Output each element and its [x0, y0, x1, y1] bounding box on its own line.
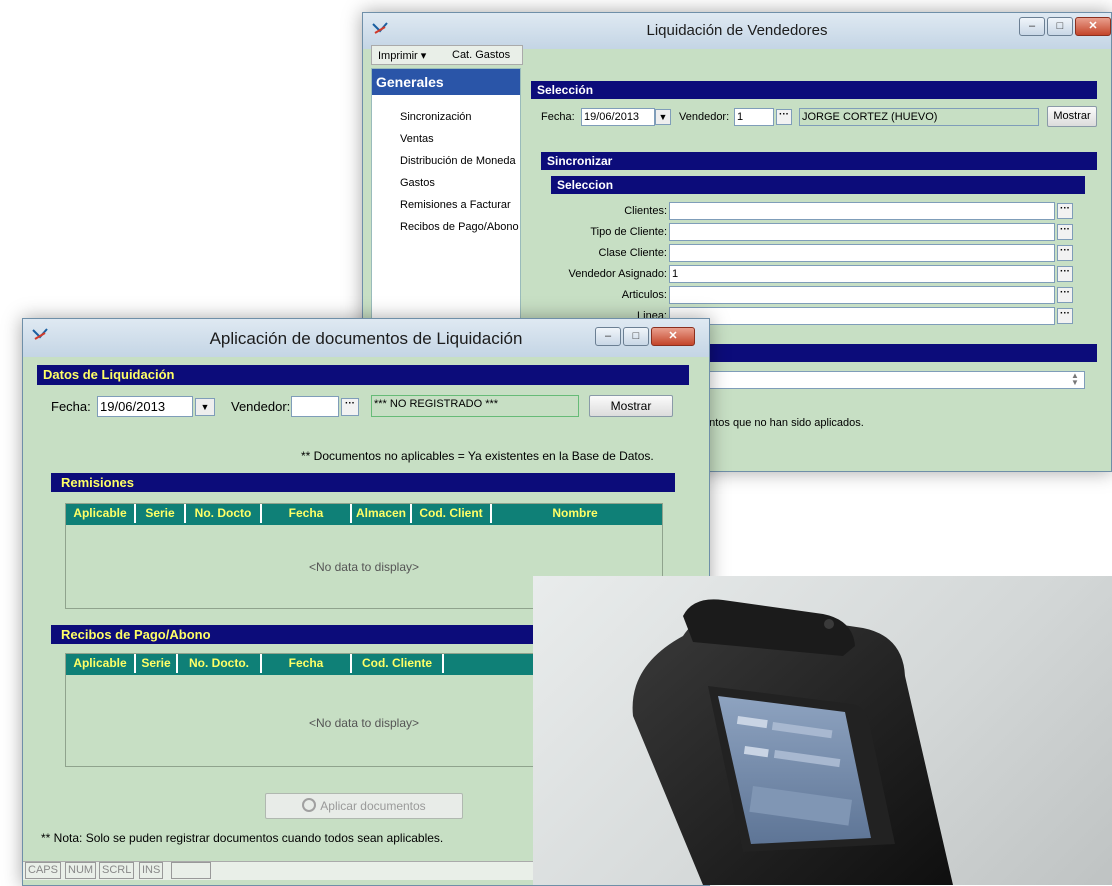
- col-aplicable[interactable]: Aplicable: [66, 504, 136, 523]
- fecha-dropdown-icon[interactable]: ▼: [655, 109, 671, 125]
- col-no-docto[interactable]: No. Docto: [186, 504, 262, 523]
- col-no-docto[interactable]: No. Docto.: [178, 654, 262, 673]
- articulos-label: Articulos:: [621, 289, 667, 301]
- vendedor-input[interactable]: [291, 396, 339, 417]
- tipo-cliente-lookup-button[interactable]: ···: [1057, 224, 1073, 240]
- fecha-label: Fecha:: [51, 399, 91, 414]
- sincronizar-header: Sincronizar: [541, 152, 1097, 170]
- maximize-button[interactable]: □: [623, 327, 649, 346]
- fecha-input[interactable]: 19/06/2013: [97, 396, 193, 417]
- datos-header: Datos de Liquidación: [37, 365, 689, 385]
- clientes-lookup-button[interactable]: ···: [1057, 203, 1073, 219]
- vendedor-status: *** NO REGISTRADO ***: [371, 395, 579, 417]
- status-num: NUM: [65, 862, 97, 879]
- aplicar-documentos-button[interactable]: Aplicar documentos: [265, 793, 463, 819]
- vendedor-lookup-button[interactable]: ···: [341, 398, 359, 416]
- col-fecha[interactable]: Fecha: [262, 654, 352, 673]
- vendedor-input[interactable]: 1: [734, 108, 774, 126]
- documents-note: ** Documentos no aplicables = Ya existen…: [301, 449, 654, 463]
- vendedor-label: Vendedor:: [679, 111, 730, 123]
- clase-cliente-lookup-button[interactable]: ···: [1057, 245, 1073, 261]
- spinner-icon[interactable]: ▲ ▼: [1067, 372, 1083, 388]
- vendedor-asignado-label: Vendedor Asignado:: [568, 268, 667, 280]
- sidebar-item-remisiones[interactable]: Remisiones a Facturar: [400, 199, 511, 211]
- tipo-cliente-label: Tipo de Cliente:: [590, 226, 667, 238]
- handheld-device-photo: [533, 576, 1112, 885]
- fecha-dropdown-icon[interactable]: ▼: [195, 398, 215, 416]
- title-bar[interactable]: Liquidación de Vendedores ‒ □ ✕: [363, 13, 1111, 49]
- sidebar-item-recibos[interactable]: Recibos de Pago/Abono: [400, 221, 519, 233]
- vendedor-asignado-input[interactable]: 1: [669, 265, 1055, 283]
- maximize-button[interactable]: □: [1047, 17, 1073, 36]
- status-caps: CAPS: [25, 862, 61, 879]
- vendedor-label: Vendedor:: [231, 399, 291, 414]
- handheld-device-image: [632, 599, 953, 885]
- vendedor-asignado-lookup-button[interactable]: ···: [1057, 266, 1073, 282]
- col-almacen[interactable]: Almacen: [352, 504, 412, 523]
- minimize-button[interactable]: ‒: [595, 327, 621, 346]
- col-cod-client[interactable]: Cod. Client: [412, 504, 492, 523]
- col-aplicable[interactable]: Aplicable: [66, 654, 136, 673]
- pending-note: entos que no han sido aplicados.: [703, 417, 864, 429]
- status-ins: INS: [139, 862, 164, 879]
- seleccion-header: Selección: [531, 81, 1097, 99]
- col-serie[interactable]: Serie: [136, 654, 178, 673]
- print-menu[interactable]: Imprimir ▾: [378, 49, 426, 62]
- articulos-lookup-button[interactable]: ···: [1057, 287, 1073, 303]
- bottom-note: ** Nota: Solo se puden registrar documen…: [41, 831, 444, 845]
- sidebar-header: Generales: [372, 69, 520, 95]
- title-bar[interactable]: Aplicación de documentos de Liquidación …: [23, 319, 709, 357]
- linea-lookup-button[interactable]: ···: [1057, 308, 1073, 324]
- sidebar-item-distribucion[interactable]: Distribución de Moneda: [400, 155, 516, 167]
- articulos-input[interactable]: [669, 286, 1055, 304]
- print-label: Imprimir: [378, 50, 418, 62]
- remisiones-grid-header: Aplicable Serie No. Docto Fecha Almacen Cod. …: [66, 504, 662, 525]
- sidebar-item-gastos[interactable]: Gastos: [400, 177, 435, 189]
- col-fecha[interactable]: Fecha: [262, 504, 352, 523]
- mostrar-button[interactable]: Mostrar: [589, 395, 673, 417]
- remisiones-header: Remisiones: [51, 473, 675, 492]
- vendedor-lookup-button[interactable]: ···: [776, 109, 792, 125]
- mostrar-button[interactable]: Mostrar: [1047, 106, 1097, 127]
- spin-input[interactable]: [669, 371, 1085, 389]
- aplicar-label: Aplicar documentos: [320, 799, 426, 813]
- col-nombre[interactable]: Nombre: [492, 504, 658, 523]
- remisiones-empty: <No data to display>: [308, 560, 420, 574]
- toolbar: Imprimir ▾ Cat. Gastos: [371, 45, 523, 65]
- vendedor-name: JORGE CORTEZ (HUEVO): [799, 108, 1039, 126]
- clase-cliente-input[interactable]: [669, 244, 1055, 262]
- col-serie[interactable]: Serie: [136, 504, 186, 523]
- fecha-input[interactable]: 19/06/2013: [581, 108, 655, 126]
- sidebar-item-ventas[interactable]: Ventas: [400, 133, 434, 145]
- status-scrl: SCRL: [99, 862, 135, 879]
- sidebar-item-sincronizacion[interactable]: Sincronización: [400, 111, 472, 123]
- seleccion-sub-header: Seleccion: [551, 176, 1085, 194]
- clase-cliente-label: Clase Cliente:: [598, 247, 667, 259]
- close-button[interactable]: ✕: [1075, 17, 1111, 36]
- window-title: Liquidación de Vendedores: [646, 22, 828, 39]
- clientes-label: Clientes:: [624, 205, 667, 217]
- status-extra: [171, 862, 211, 879]
- apply-icon: [302, 798, 317, 812]
- close-button[interactable]: ✕: [651, 327, 695, 346]
- col-cod-cliente[interactable]: Cod. Cliente: [352, 654, 444, 673]
- tipo-cliente-input[interactable]: [669, 223, 1055, 241]
- minimize-button[interactable]: ‒: [1019, 17, 1045, 36]
- cat-gastos-menu[interactable]: Cat. Gastos: [452, 49, 510, 61]
- fecha-label: Fecha:: [541, 111, 575, 123]
- clientes-input[interactable]: [669, 202, 1055, 220]
- linea-input[interactable]: [669, 307, 1055, 325]
